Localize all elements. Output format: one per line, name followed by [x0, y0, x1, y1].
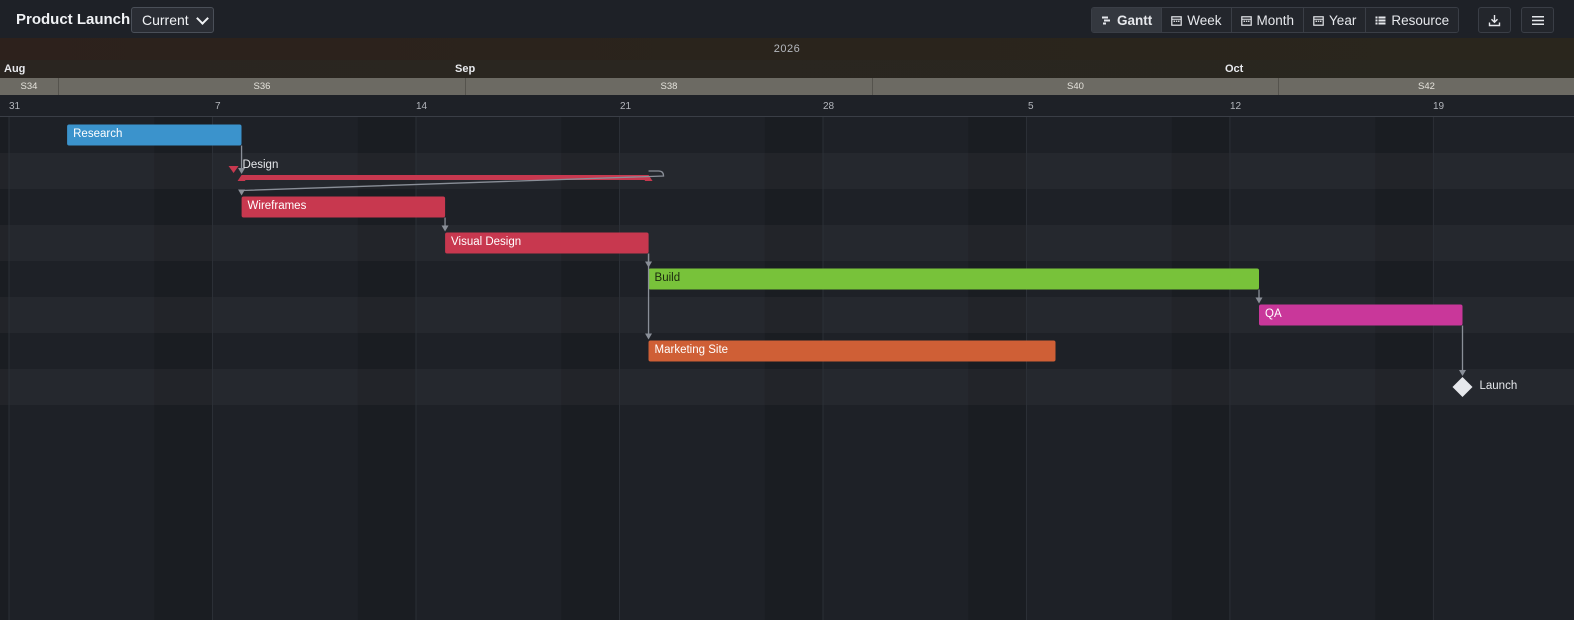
- week-cell: S34: [20, 81, 38, 92]
- day-label: 21: [620, 101, 632, 112]
- row-stripe: [0, 369, 1574, 405]
- weekend-column: [154, 117, 213, 620]
- view-year-button[interactable]: Year: [1304, 8, 1367, 32]
- gantt-canvas: [0, 117, 1574, 620]
- version-select-value: Current: [142, 12, 189, 28]
- task-bar[interactable]: [648, 268, 1260, 290]
- task-bar-label: Visual Design: [451, 236, 522, 248]
- gantt-icon: [1102, 16, 1110, 24]
- weekend-column: [357, 117, 416, 620]
- dependency-arrow: [645, 333, 653, 340]
- task-bar-label: Wireframes: [247, 200, 307, 212]
- list-icon: [1375, 16, 1386, 24]
- weekend-column: [764, 117, 823, 620]
- day-label: 31: [9, 101, 21, 112]
- weekend-column: [1375, 117, 1434, 620]
- download-icon: [1488, 14, 1501, 26]
- view-resource-button[interactable]: Resource: [1366, 8, 1459, 32]
- dependency-arrow: [238, 189, 246, 196]
- chevron-down-icon: [196, 12, 209, 25]
- day-label: 28: [823, 101, 835, 112]
- week-cell: S40: [872, 78, 1278, 95]
- task-bar[interactable]: [1259, 304, 1463, 326]
- month-label: Aug: [4, 63, 26, 75]
- weekend-column: [1171, 117, 1230, 620]
- export-button[interactable]: [1478, 7, 1511, 33]
- menu-button[interactable]: [1521, 7, 1554, 33]
- view-switcher: Gantt Week Month Year Resource: [1091, 7, 1460, 33]
- view-gantt-button[interactable]: Gantt: [1092, 8, 1163, 32]
- year-label: 2026: [773, 43, 801, 55]
- view-year-label: Year: [1329, 12, 1357, 28]
- month-label: Oct: [1225, 63, 1244, 75]
- month-row: Aug Sep Oct: [0, 60, 1574, 78]
- day-row: 31 7 14 21 28 5 12 19: [0, 95, 1574, 117]
- weekend-column: [561, 117, 620, 620]
- week-cell: S36: [58, 78, 465, 95]
- view-week-button[interactable]: Week: [1162, 8, 1232, 32]
- day-label: 14: [416, 101, 428, 112]
- milestone-label: Launch: [1479, 380, 1518, 392]
- month-label: Sep: [455, 63, 476, 75]
- calendar-icon: [1171, 15, 1183, 26]
- task-bar-label: Marketing Site: [654, 344, 729, 356]
- day-label: 7: [215, 101, 221, 112]
- version-select[interactable]: Current: [131, 7, 214, 33]
- view-resource-label: Resource: [1391, 12, 1450, 28]
- calendar-icon: [1313, 15, 1324, 26]
- year-row: 2026: [0, 38, 1574, 60]
- view-month-button[interactable]: Month: [1231, 8, 1305, 32]
- view-month-label: Month: [1256, 12, 1295, 28]
- row-stripe: [0, 225, 1574, 261]
- week-row: S34 S36 S38 S40 S42: [0, 78, 1574, 95]
- week-cell: S38: [465, 78, 872, 95]
- task-bar-label: QA: [1265, 308, 1282, 320]
- view-gantt-label: Gantt: [1117, 12, 1153, 28]
- task-bar-label: Research: [73, 128, 123, 140]
- row-stripe: [0, 153, 1574, 189]
- day-label: 19: [1433, 101, 1445, 112]
- toolbar: Product Launch Current Gantt Week Month: [0, 0, 1574, 38]
- summary-task-label: Design: [242, 159, 279, 171]
- timeline-header: 2026 Aug Sep Oct S34 S36 S38 S40 S42 31 …: [0, 38, 1574, 117]
- weekend-column: [0, 117, 9, 620]
- gantt-chart-area: Research Design Wireframes Visual Design Bui…: [0, 117, 1574, 620]
- week-cell: S42: [1278, 78, 1574, 95]
- view-week-label: Week: [1187, 12, 1222, 28]
- task-bar-label: Build: [654, 272, 681, 284]
- calendar-icon: [1240, 15, 1252, 26]
- day-label: 5: [1028, 101, 1034, 112]
- day-label: 12: [1230, 101, 1242, 112]
- project-title: Product Launch: [16, 11, 131, 28]
- hamburger-menu-icon: [1531, 15, 1544, 25]
- weekend-column: [968, 117, 1027, 620]
